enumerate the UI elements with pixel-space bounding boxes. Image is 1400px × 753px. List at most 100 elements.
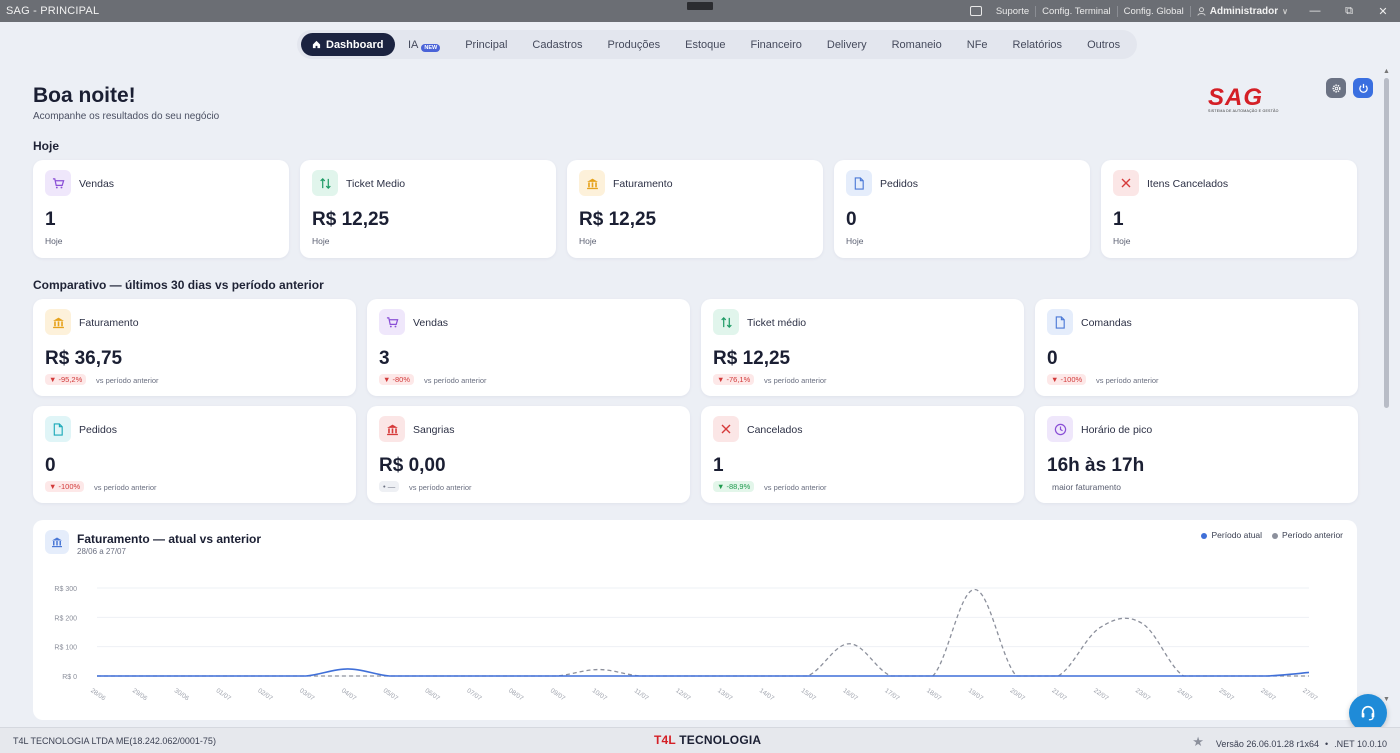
- page-title: Boa noite!: [33, 84, 136, 107]
- card-value: 16h às 17h: [1047, 455, 1145, 476]
- cart-icon: [45, 170, 71, 196]
- nav-dashboard[interactable]: Dashboard: [301, 33, 396, 56]
- arrows-icon: [312, 170, 338, 196]
- kpi-card-ticket-medio[interactable]: Ticket Medio R$ 12,25 Hoje: [300, 160, 556, 258]
- card-value: 1: [1113, 209, 1124, 230]
- brand-t4l: T4L: [654, 733, 676, 747]
- comparison-caption: vs período anterior: [1096, 376, 1159, 385]
- document-icon: [1047, 309, 1073, 335]
- maximize-button[interactable]: ⧉: [1332, 5, 1366, 18]
- nav-estoque[interactable]: Estoque: [673, 33, 738, 56]
- scrollbar-thumb[interactable]: [1384, 78, 1389, 408]
- page-subtitle: Acompanhe os resultados do seu negócio: [33, 111, 220, 122]
- card-caption: Hoje: [312, 236, 330, 246]
- refresh-button[interactable]: [1353, 78, 1373, 98]
- kpi-card-itens-cancelados[interactable]: Itens Cancelados 1 Hoje: [1101, 160, 1357, 258]
- card-value: 1: [713, 455, 724, 476]
- nav-outros[interactable]: Outros: [1075, 33, 1133, 56]
- scroll-up-arrow[interactable]: ▲: [1383, 68, 1390, 75]
- document-icon: [846, 170, 872, 196]
- kpi-card-hor-rio-de-pico[interactable]: Horário de pico 16h às 17h maior faturamen…: [1035, 406, 1358, 503]
- nav-label: Outros: [1087, 38, 1121, 51]
- series-line-current[interactable]: [96, 668, 1310, 677]
- x-tick-label: 24/07: [1176, 687, 1194, 702]
- x-tick-label: 13/07: [716, 687, 734, 702]
- kpi-card-comandas[interactable]: Comandas 0 ▼ -100% vs período anterior: [1035, 299, 1358, 396]
- kpi-card-sangrias[interactable]: Sangrias R$ 0,00 • — vs período anterior: [367, 406, 690, 503]
- x-tick-label: 04/07: [340, 687, 358, 702]
- x-tick-label: 06/07: [424, 687, 442, 702]
- x-tick-label: 15/07: [800, 687, 818, 702]
- kpi-card-vendas[interactable]: Vendas 3 ▼ -80% vs período anterior: [367, 299, 690, 396]
- nav-delivery[interactable]: Delivery: [814, 33, 879, 56]
- comparison-caption: vs período anterior: [94, 483, 157, 492]
- kpi-card-pedidos[interactable]: Pedidos 0 Hoje: [834, 160, 1090, 258]
- card-title: Sangrias: [413, 424, 455, 436]
- close-button[interactable]: ✕: [1366, 5, 1400, 18]
- kpi-card-faturamento[interactable]: Faturamento R$ 12,25 Hoje: [567, 160, 823, 258]
- x-tick-label: 05/07: [382, 687, 400, 702]
- x-tick-label: 09/07: [549, 687, 567, 702]
- card-title: Pedidos: [79, 424, 117, 436]
- global-config-link[interactable]: Config. Global: [1116, 5, 1190, 17]
- series-line-previous[interactable]: [96, 588, 1309, 677]
- minimize-button[interactable]: —: [1298, 5, 1332, 17]
- clock-icon: [1047, 416, 1073, 442]
- settings-button[interactable]: [1326, 78, 1346, 98]
- user-menu[interactable]: Administrador ∨: [1189, 5, 1298, 17]
- delta-badge: ▼ -95,2%: [45, 374, 87, 385]
- message-icon[interactable]: [969, 6, 982, 16]
- kpi-card-faturamento[interactable]: Faturamento R$ 36,75 ▼ -95,2% vs período an…: [33, 299, 356, 396]
- comparison-caption: vs período anterior: [409, 483, 472, 492]
- card-caption: Hoje: [579, 236, 597, 246]
- card-value: R$ 12,25: [713, 348, 791, 369]
- company-info: T4L TECNOLOGIA LTDA ME(18.242.062/0001-7…: [13, 736, 216, 746]
- brand-logo: T4L TECNOLOGIA: [654, 733, 761, 747]
- title-grip[interactable]: [687, 2, 713, 10]
- nav-producoes[interactable]: Produções: [595, 33, 673, 56]
- nav-nfe[interactable]: NFe: [954, 33, 1000, 56]
- window-title: SAG - PRINCIPAL: [6, 5, 100, 17]
- star-icon[interactable]: ★: [1192, 734, 1204, 750]
- nav-label: Financeiro: [750, 38, 802, 51]
- x-tick-label: 25/07: [1218, 687, 1236, 702]
- separator: •: [1324, 739, 1329, 749]
- support-link[interactable]: Suporte: [990, 6, 1035, 17]
- y-tick-label: R$ 200: [54, 615, 77, 622]
- x-tick-label: 19/07: [967, 687, 985, 702]
- status-bar: T4L TECNOLOGIA LTDA ME(18.242.062/0001-7…: [0, 727, 1400, 753]
- delta-badge: ▼ -76,1%: [713, 374, 755, 385]
- card-caption: maior faturamento: [1052, 482, 1121, 492]
- nav-cadastros[interactable]: Cadastros: [520, 33, 595, 56]
- nav-romaneio[interactable]: Romaneio: [879, 33, 954, 56]
- nav-label: Principal: [465, 38, 508, 51]
- titlebar-actions: Suporte Config. Terminal Config. Global …: [969, 0, 1400, 22]
- runtime-text: .NET 10.0.10: [1334, 739, 1387, 749]
- kpi-card-ticket-m-dio[interactable]: Ticket médio R$ 12,25 ▼ -76,1% vs período a…: [701, 299, 1024, 396]
- x-tick-label: 21/07: [1050, 687, 1068, 702]
- x-tick-label: 28/06: [89, 687, 107, 702]
- revenue-line-chart: R$ 0 R$ 100 R$ 200 R$ 300 28/06 29/06 30/06 01/…: [54, 586, 1318, 703]
- delta-badge: ▼ -80%: [379, 374, 415, 385]
- card-title: Ticket médio: [747, 317, 807, 329]
- card-title: Faturamento: [613, 178, 673, 190]
- logo-subtext: SISTEMA DE AUTOMAÇÃO E GESTÃO: [1208, 109, 1279, 113]
- bank-icon: [45, 309, 71, 335]
- comparison-caption: vs período anterior: [424, 376, 487, 385]
- cart-icon: [379, 309, 405, 335]
- nav-label: Cadastros: [532, 38, 583, 51]
- terminal-config-link[interactable]: Config. Terminal: [1035, 5, 1116, 17]
- nav-financeiro[interactable]: Financeiro: [738, 33, 814, 56]
- nav-principal[interactable]: Principal: [453, 33, 520, 56]
- version-text: Versão 26.06.01.28 r1x64: [1215, 739, 1319, 749]
- nav-relatorios[interactable]: Relatórios: [1000, 33, 1075, 56]
- kpi-card-pedidos[interactable]: Pedidos 0 ▼ -100% vs período anterior: [33, 406, 356, 503]
- x-tick-label: 14/07: [758, 687, 776, 702]
- card-value: 0: [1047, 348, 1058, 369]
- nav-ia[interactable]: IA NEW: [395, 33, 452, 56]
- kpi-card-cancelados[interactable]: Cancelados 1 ▼ -88,9% vs período anterior: [701, 406, 1024, 503]
- kpi-card-vendas[interactable]: Vendas 1 Hoje: [33, 160, 289, 258]
- bank-icon: [579, 170, 605, 196]
- card-title: Comandas: [1081, 317, 1132, 329]
- card-title: Ticket Medio: [346, 178, 406, 190]
